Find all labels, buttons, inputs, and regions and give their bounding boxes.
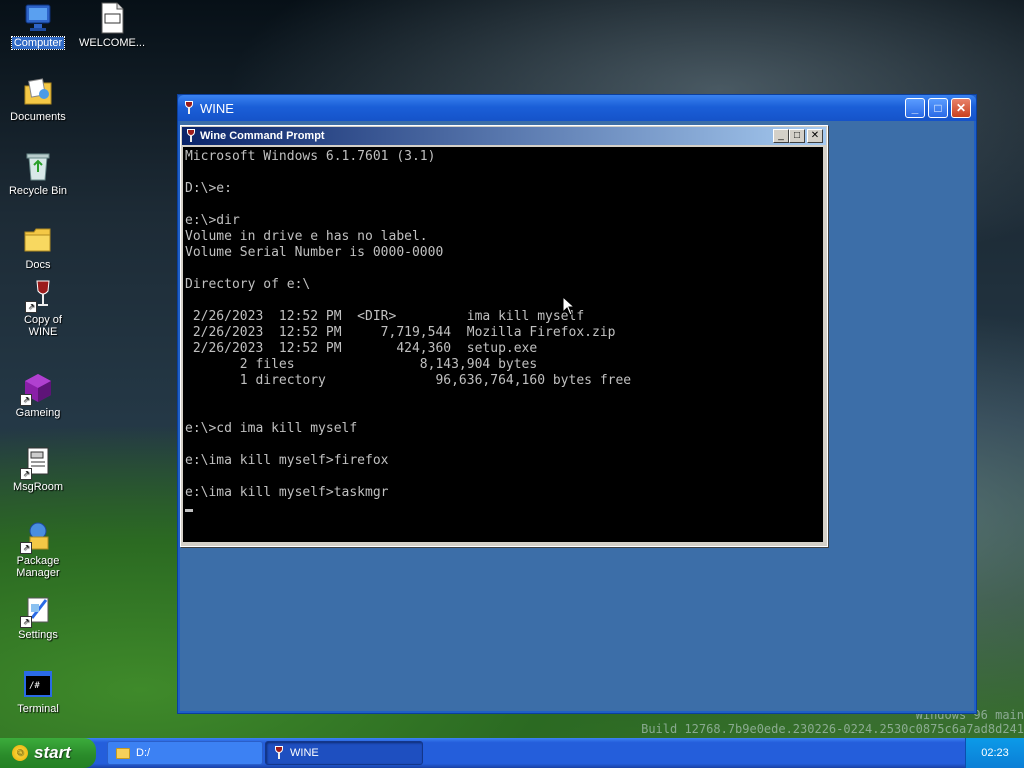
wine-glass-icon: ↗ — [25, 279, 59, 313]
desktop-icon-settings[interactable]: ↗ Settings — [3, 594, 73, 641]
package-icon: ↗ — [20, 520, 54, 554]
clock: 02:23 — [981, 747, 1009, 759]
console-line: Volume in drive e has no label. — [185, 229, 428, 244]
console-output[interactable]: Microsoft Windows 6.1.7601 (3.1) D:\>e: e:… — [183, 147, 823, 542]
shortcut-arrow-icon: ↗ — [20, 468, 32, 480]
desktop-icon-copy-of-wine[interactable]: ↗ Copy of WINE — [8, 279, 78, 338]
wine-glass-icon — [274, 746, 284, 760]
window-title: WINE — [200, 100, 234, 116]
desktop-icon-label: Documents — [10, 111, 66, 123]
folder-icon — [116, 747, 130, 759]
minimize-button[interactable]: _ — [773, 129, 789, 143]
wine-glass-icon — [184, 101, 194, 115]
desktop-icon-label: WELCOME... — [79, 37, 146, 49]
desktop-icon-label: MsgRoom — [12, 481, 64, 493]
console-line: 1 directory 96,636,764,160 bytes free — [185, 373, 632, 388]
desktop-icon-documents[interactable]: Documents — [3, 76, 73, 123]
desktop-icon-msgroom[interactable]: ↗ MsgRoom — [3, 446, 73, 493]
desktop-icon-label: Copy of WINE — [24, 314, 62, 338]
command-prompt-window[interactable]: Wine Command Prompt _ □ ✕ Microsoft Wind… — [180, 125, 828, 547]
desktop-icon-welcome[interactable]: WELCOME... — [77, 2, 147, 49]
mouse-cursor-icon — [562, 296, 576, 316]
desktop-icon-label: Terminal — [17, 703, 59, 715]
shortcut-arrow-icon: ↗ — [20, 616, 32, 628]
desktop-icon-docs[interactable]: Docs — [3, 224, 73, 271]
text-cursor — [185, 509, 193, 512]
desktop-icon-label: Docs — [25, 259, 51, 271]
shortcut-arrow-icon: ↗ — [20, 394, 32, 406]
desktop-icon-label: Recycle Bin — [8, 185, 68, 197]
computer-icon — [22, 2, 54, 34]
markdown-file-icon — [96, 2, 128, 34]
taskbar-item-wine[interactable]: WINE — [265, 741, 423, 765]
taskbar: ☺ start D:/ WINE 02:23 — [0, 738, 1024, 768]
svg-text:/#: /# — [29, 681, 40, 691]
wine-window[interactable]: WINE _ □ ✕ Wine Command Prompt _ □ ✕ Mic… — [177, 94, 977, 714]
desktop-icon-label: Package Manager — [16, 555, 60, 579]
start-logo-icon: ☺ — [12, 745, 28, 761]
console-line: Volume Serial Number is 0000-0000 — [185, 245, 444, 260]
desktop-icon-terminal[interactable]: /# Terminal — [3, 668, 73, 715]
taskbar-item-label: WINE — [290, 747, 319, 759]
window-title: Wine Command Prompt — [200, 130, 325, 142]
console-line: Directory of e:\ — [185, 277, 311, 292]
console-line: 2/26/2023 12:52 PM 424,360 setup.exe — [185, 341, 538, 356]
system-tray-clock[interactable]: 02:23 — [965, 738, 1024, 768]
desktop-icon-package-manager[interactable]: ↗ Package Manager — [3, 520, 73, 579]
console-line: Microsoft Windows 6.1.7601 (3.1) — [185, 149, 436, 164]
command-prompt-titlebar[interactable]: Wine Command Prompt — [182, 127, 826, 145]
wine-glass-icon — [186, 129, 196, 143]
desktop-icon-computer[interactable]: Computer — [3, 2, 73, 50]
terminal-icon: /# — [22, 668, 54, 700]
recycle-bin-icon — [22, 150, 54, 182]
console-line: e:\ima kill myself>taskmgr — [185, 485, 389, 500]
console-line: e:\ima kill myself>firefox — [185, 453, 389, 468]
close-button[interactable]: ✕ — [807, 129, 823, 143]
console-line: D:\>e: — [185, 181, 232, 196]
wine-window-titlebar[interactable]: WINE _ □ ✕ — [178, 95, 976, 121]
console-line: 2/26/2023 12:52 PM <DIR> ima kill myself — [185, 309, 585, 324]
console-line: e:\>dir — [185, 213, 240, 228]
start-button[interactable]: ☺ start — [0, 738, 96, 768]
console-line: e:\>cd ima kill myself — [185, 421, 358, 436]
console-line: 2/26/2023 12:52 PM 7,719,544 Mozilla Fir… — [185, 325, 616, 340]
chat-icon: ↗ — [20, 446, 54, 480]
console-line — [185, 501, 823, 517]
shortcut-arrow-icon: ↗ — [25, 301, 37, 313]
desktop-icon-gameing[interactable]: ↗ Gameing — [3, 372, 73, 419]
maximize-button[interactable]: □ — [789, 129, 805, 143]
close-button[interactable]: ✕ — [951, 98, 971, 118]
desktop-icon-label: Gameing — [15, 407, 61, 419]
desktop-icon-label: Computer — [10, 36, 66, 50]
maximize-button[interactable]: □ — [928, 98, 948, 118]
shortcut-arrow-icon: ↗ — [20, 542, 32, 554]
settings-icon: ↗ — [20, 594, 54, 628]
minimize-button[interactable]: _ — [905, 98, 925, 118]
taskbar-item-drive[interactable]: D:/ — [107, 741, 263, 765]
desktop-icon-recycle-bin[interactable]: Recycle Bin — [3, 150, 73, 197]
start-label: start — [34, 743, 71, 762]
cube-icon: ↗ — [20, 372, 54, 406]
documents-icon — [22, 76, 54, 108]
folder-icon — [22, 224, 54, 256]
desktop-icon-label: Settings — [18, 629, 58, 641]
console-line: 2 files 8,143,904 bytes — [185, 357, 538, 372]
taskbar-item-label: D:/ — [136, 747, 151, 759]
watermark-line: Build 12768.7b9e0ede.230226-0224.2530c08… — [641, 722, 1024, 736]
